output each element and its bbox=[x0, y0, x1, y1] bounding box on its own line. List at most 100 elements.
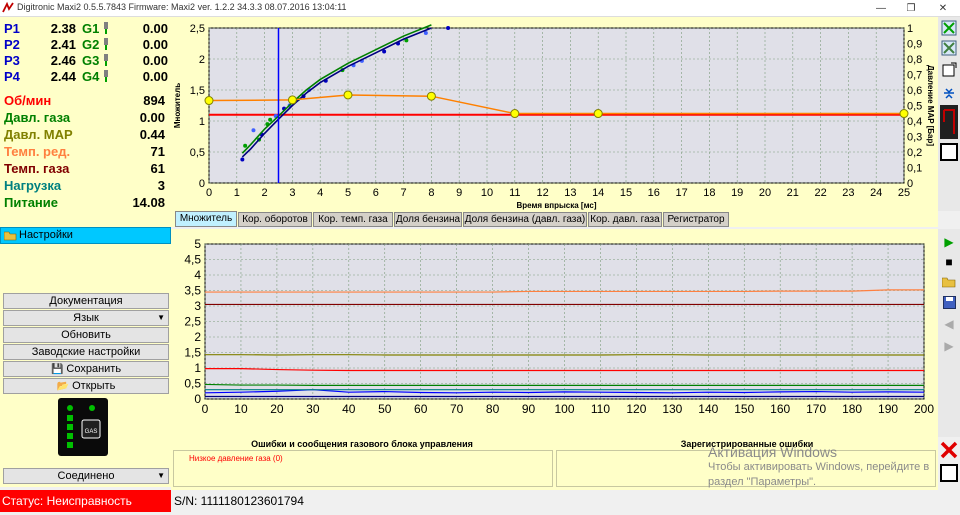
gas-switch-icon[interactable]: GAS bbox=[58, 398, 108, 456]
factory-settings-button[interactable]: Заводские настройки bbox=[3, 344, 169, 360]
x-tick-label: 17 bbox=[675, 187, 687, 199]
y-tick-label: 2 bbox=[199, 54, 205, 66]
x-tick-label: 150 bbox=[734, 402, 754, 416]
x-tick-label: 80 bbox=[486, 402, 500, 416]
errors-list[interactable]: Низкое давление газа (0) bbox=[173, 450, 553, 487]
x-tick-label: 8 bbox=[428, 187, 434, 199]
multiplier-point bbox=[426, 91, 436, 101]
watermark-line-3: раздел "Параметры". bbox=[708, 476, 817, 488]
x-tick-label: 10 bbox=[234, 402, 248, 416]
connection-dropdown[interactable]: Соединено ▼ bbox=[3, 468, 169, 484]
x-tick-label: 20 bbox=[759, 187, 771, 199]
tab-bar: Множитель Кор. оборотов Кор. темп. газа Дол… bbox=[171, 211, 938, 227]
stat-label: Об/мин bbox=[4, 93, 52, 108]
stat-value: 3 bbox=[157, 178, 165, 193]
blank-square-icon[interactable] bbox=[940, 143, 958, 161]
restore-button[interactable]: ❐ bbox=[896, 0, 926, 17]
save-disk-icon[interactable] bbox=[940, 293, 958, 311]
clear-errors-icon[interactable] bbox=[940, 440, 958, 460]
pressure-row: P1 2.38 G1 0.00 bbox=[0, 21, 171, 37]
settings-tree-item[interactable]: Настройки bbox=[0, 227, 171, 244]
x-tick-label: 3 bbox=[289, 187, 295, 199]
open-folder-icon: 📂 bbox=[56, 381, 70, 392]
multiplier-chart-svg[interactable]: 0 1 2 3 4 5 6 7 8 9 10 11 12 13 14 15 16 17 18 19 20 21 22 23 24… bbox=[171, 17, 938, 211]
previous-icon[interactable]: ◀ bbox=[940, 315, 958, 333]
add-point-icon[interactable] bbox=[940, 19, 958, 37]
x-tick-label: 40 bbox=[342, 402, 356, 416]
status-bar: Статус: Неисправность S/N: 1111180123601… bbox=[0, 490, 960, 515]
y2-tick-label: 0,5 bbox=[907, 101, 922, 113]
y-tick-label: 1 bbox=[194, 361, 201, 375]
save-button[interactable]: 💾 Сохранить bbox=[3, 361, 169, 377]
x-tick-label: 60 bbox=[414, 402, 428, 416]
y-tick-label: 1,5 bbox=[190, 85, 205, 97]
tab-4[interactable]: Доля бензина (давл. газа) bbox=[463, 212, 587, 227]
y-tick-label: 0,5 bbox=[184, 377, 201, 391]
play-icon[interactable]: ▶ bbox=[940, 233, 958, 251]
pressure-name: P4 bbox=[4, 69, 20, 84]
y-tick-label: 4,5 bbox=[184, 253, 201, 267]
x-tick-label: 130 bbox=[662, 402, 682, 416]
plot-area bbox=[208, 27, 905, 184]
close-window-button[interactable]: ✕ bbox=[928, 0, 958, 17]
x-tick-label: 50 bbox=[378, 402, 392, 416]
gas-injector-value: 0.00 bbox=[142, 69, 168, 84]
pressure-name: P1 bbox=[4, 21, 20, 36]
connection-label: Соединено bbox=[57, 470, 115, 482]
collapse-icon[interactable] bbox=[940, 85, 958, 103]
x-tick-label: 18 bbox=[703, 187, 715, 199]
y-tick-label: 1,5 bbox=[184, 346, 201, 360]
injector-icon bbox=[104, 22, 108, 34]
stat-row: Темп. газа 61 bbox=[0, 161, 171, 177]
documentation-button[interactable]: Документация bbox=[3, 293, 169, 309]
blank-square-icon[interactable] bbox=[940, 462, 958, 484]
x-tick-label: 1 bbox=[234, 187, 240, 199]
minimize-button[interactable]: — bbox=[866, 0, 896, 17]
stat-label: Давл. газа bbox=[4, 110, 71, 125]
y-axis-label: Множитель bbox=[173, 83, 182, 128]
stat-row: Давл. газа 0.00 bbox=[0, 110, 171, 126]
x-tick-label: 12 bbox=[536, 187, 548, 199]
x-tick-label: 10 bbox=[481, 187, 493, 199]
next-icon[interactable]: ▶ bbox=[940, 337, 958, 355]
x-tick-label: 0 bbox=[202, 402, 209, 416]
update-button[interactable]: Обновить bbox=[3, 327, 169, 343]
language-dropdown[interactable]: Язык ▼ bbox=[3, 310, 169, 326]
open-folder-icon[interactable] bbox=[940, 273, 958, 291]
y2-tick-label: 1 bbox=[907, 23, 913, 35]
x-tick-label: 15 bbox=[620, 187, 632, 199]
tab-6[interactable]: Регистратор bbox=[663, 212, 729, 227]
open-button[interactable]: 📂 Открыть bbox=[3, 378, 169, 394]
remove-point-icon[interactable] bbox=[940, 39, 958, 57]
export-icon[interactable] bbox=[940, 61, 958, 79]
tab-1[interactable]: Кор. оборотов bbox=[238, 212, 312, 227]
stat-label: Темп. ред. bbox=[4, 144, 71, 159]
gas-injector-name: G3 bbox=[82, 53, 100, 68]
x-tick-label: 22 bbox=[814, 187, 826, 199]
recorder-chart-svg[interactable]: 0 10 20 30 40 50 60 70 80 90 100 110 120 130 140 150 160… bbox=[171, 229, 938, 437]
y2-tick-label: 0,8 bbox=[907, 54, 922, 66]
y-tick-label: 1 bbox=[199, 116, 205, 128]
tab-2[interactable]: Кор. темп. газа bbox=[313, 212, 393, 227]
save-label: Сохранить bbox=[66, 363, 122, 375]
x-tick-label: 0 bbox=[206, 187, 212, 199]
multiplier-chart[interactable]: 0 1 2 3 4 5 6 7 8 9 10 11 12 13 14 15 16 17 18 19 20 21 22 23 24… bbox=[171, 17, 938, 211]
tab-0[interactable]: Множитель bbox=[175, 211, 237, 227]
app-logo-icon bbox=[2, 2, 14, 13]
scatter-point bbox=[446, 26, 451, 30]
stat-value: 0.44 bbox=[139, 127, 165, 142]
gas-injector-name: G1 bbox=[82, 21, 100, 36]
recorder-chart[interactable]: 0 10 20 30 40 50 60 70 80 90 100 110 120 130 140 150 160… bbox=[171, 229, 938, 437]
pressure-row: P4 2.44 G4 0.00 bbox=[0, 69, 171, 85]
tab-5[interactable]: Кор. давл. газа bbox=[588, 212, 662, 227]
y-tick-label: 3 bbox=[194, 299, 201, 313]
y-tick-label: 0 bbox=[194, 392, 201, 406]
language-label: Язык bbox=[73, 312, 99, 324]
stop-icon[interactable]: ■ bbox=[940, 253, 958, 271]
tab-3[interactable]: Доля бензина bbox=[394, 212, 462, 227]
stat-row: Давл. MAP 0.44 bbox=[0, 127, 171, 143]
x-tick-label: 140 bbox=[698, 402, 718, 416]
watermark-line-1: Активация Windows bbox=[708, 444, 838, 460]
multiplier-point bbox=[510, 109, 520, 119]
stat-label: Нагрузка bbox=[4, 178, 62, 193]
